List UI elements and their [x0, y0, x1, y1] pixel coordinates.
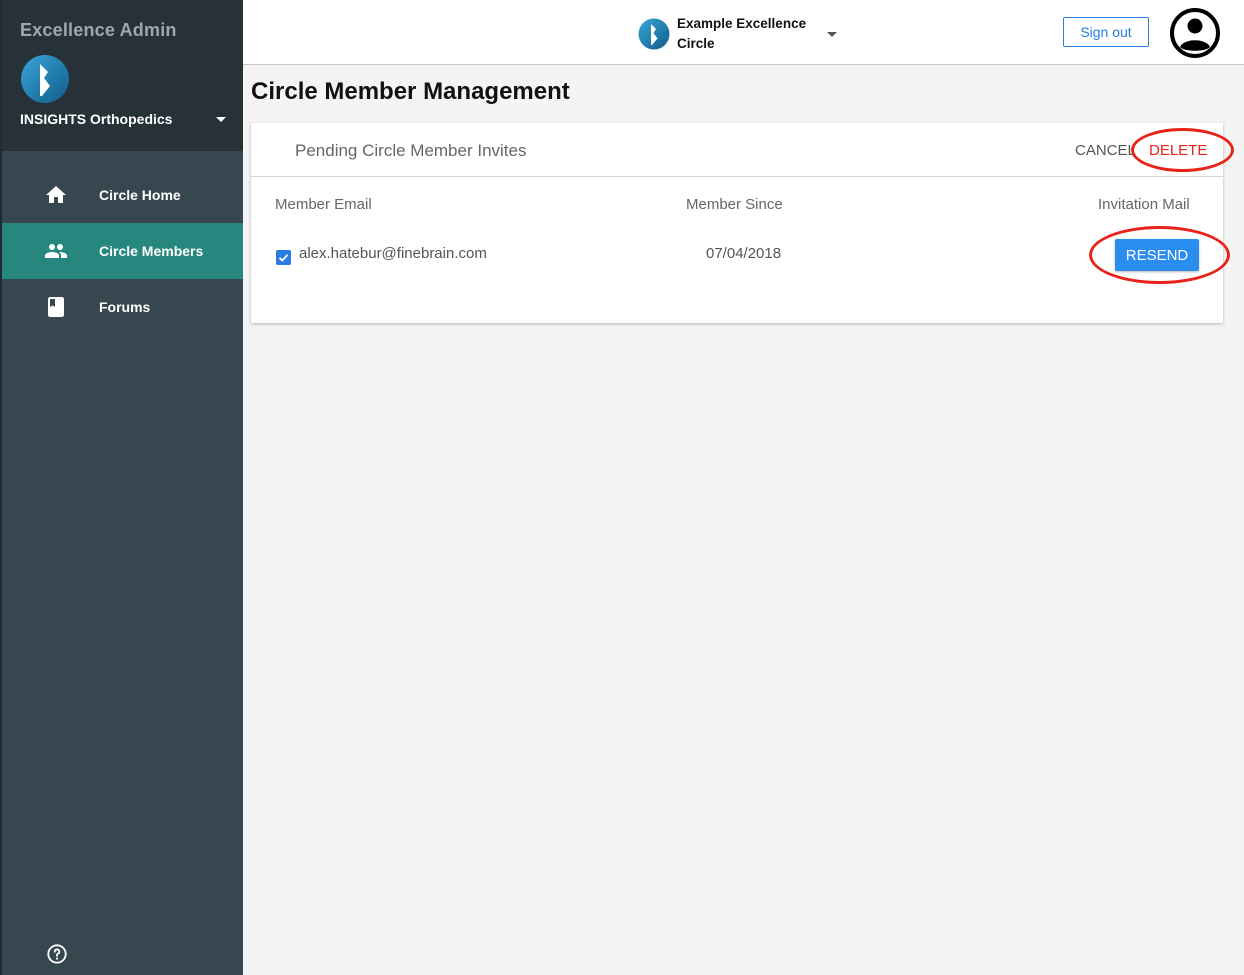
sidebar-item-forums[interactable]: Forums	[2, 279, 243, 335]
column-header-since: Member Since	[686, 196, 783, 213]
people-icon	[45, 244, 67, 258]
sidebar-item-label: Circle Home	[99, 187, 181, 203]
book-icon	[48, 297, 64, 317]
circle-selector[interactable]: Example Excellence Circle	[638, 14, 837, 54]
card-title: Pending Circle Member Invites	[295, 141, 527, 160]
resend-button[interactable]: RESEND	[1115, 239, 1199, 271]
org-selector[interactable]: INSIGHTS Orthopedics	[20, 111, 226, 127]
column-header-email: Member Email	[275, 196, 372, 213]
sidebar-header: Excellence Admin INSIGHTS Orthopedics	[2, 0, 243, 151]
chevron-down-icon	[827, 31, 837, 37]
help-circle-icon[interactable]	[46, 943, 68, 965]
card-header: Pending Circle Member Invites CANCEL DEL…	[251, 123, 1223, 177]
sidebar-item-label: Forums	[99, 299, 151, 315]
page-title: Circle Member Management	[251, 78, 570, 105]
delete-button[interactable]: DELETE	[1149, 142, 1207, 159]
chevron-down-icon	[216, 116, 226, 122]
cancel-button[interactable]: CANCEL	[1075, 142, 1136, 159]
app-title: Excellence Admin	[20, 20, 177, 40]
sidebar-item-circle-members[interactable]: Circle Members	[2, 223, 243, 279]
org-logo-icon	[21, 55, 69, 103]
column-header-invitation: Invitation Mail	[1098, 196, 1190, 213]
circle-logo-icon	[638, 18, 670, 50]
sidebar-item-circle-home[interactable]: Circle Home	[2, 167, 243, 223]
member-email: alex.hatebur@finebrain.com	[299, 245, 487, 262]
circle-name: Example Excellence Circle	[677, 16, 807, 51]
home-icon	[46, 186, 66, 203]
top-header: Example Excellence Circle Sign out	[243, 0, 1244, 65]
org-name: INSIGHTS Orthopedics	[20, 111, 173, 127]
account-circle-icon[interactable]	[1170, 8, 1220, 58]
row-checkbox[interactable]	[276, 250, 291, 265]
sidebar-nav: Circle Home Circle Members Forums	[2, 167, 243, 335]
pending-invites-card: Pending Circle Member Invites CANCEL DEL…	[251, 123, 1223, 323]
sidebar: Excellence Admin INSIGHTS Orthopedics Ci…	[0, 0, 243, 975]
sign-out-button[interactable]: Sign out	[1063, 17, 1149, 47]
sidebar-item-label: Circle Members	[99, 243, 204, 259]
member-since: 07/04/2018	[706, 245, 782, 262]
